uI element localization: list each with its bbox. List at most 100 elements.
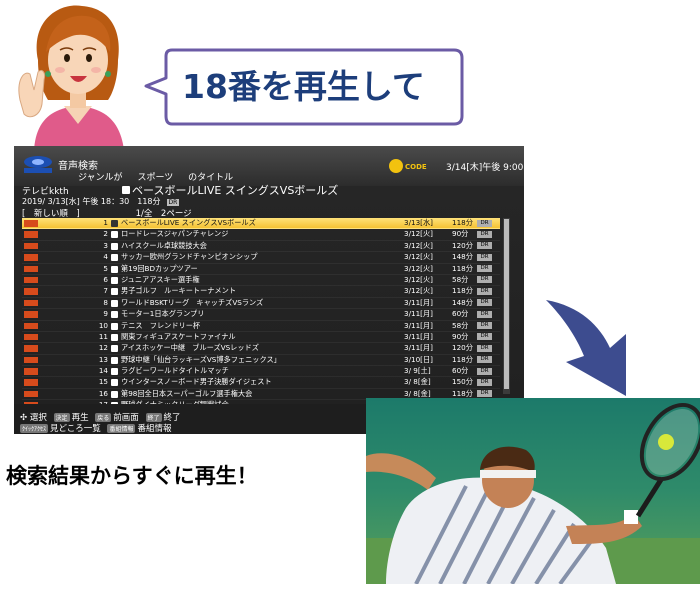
new-icon: [24, 333, 38, 341]
new-icon: [24, 299, 38, 307]
record-icon: [111, 356, 118, 364]
record-icon: [111, 231, 118, 239]
item-duration: 148分: [452, 297, 473, 307]
mode-badge: DR: [477, 219, 492, 227]
item-duration: 90分: [452, 229, 469, 239]
record-icon: [111, 345, 118, 353]
list-item[interactable]: 4 サッカー欧州グランドチャンピオンシップ 3/12[火] 148分 DR: [22, 252, 500, 264]
record-icon: [111, 220, 118, 227]
bubble-text: 18番を再生して: [182, 67, 425, 106]
item-number: 13: [98, 354, 108, 364]
item-title: モーター1日本グランプリ: [121, 309, 205, 319]
item-number: 2: [103, 229, 108, 239]
list-item[interactable]: 5 第19回BDカップツアー 3/12[火] 118分 DR: [22, 264, 500, 275]
new-icon: [24, 288, 38, 295]
item-number: 4: [103, 252, 108, 262]
mode-badge: DR: [477, 287, 492, 295]
item-date: 3/11[月]: [404, 309, 433, 319]
record-icon: [122, 186, 130, 194]
new-icon: [24, 231, 38, 238]
list-item[interactable]: 9 モーター1日本グランプリ 3/11[月] 60分 DR: [22, 309, 500, 321]
list-item[interactable]: 1 ベースボールLIVE スイングスVSボールズ 3/13[水] 118分 DR: [22, 218, 500, 230]
record-icon: [111, 390, 118, 398]
back-key-icon: 戻る: [95, 413, 112, 422]
list-item[interactable]: 2 ロードレースジャパンチャレンジ 3/12[火] 90分 DR: [22, 229, 500, 241]
footer-guide-2: ｸｲｯｸｱｸｾｽ 見どころ一覧 番組情報 番組情報: [20, 422, 172, 434]
item-date: 3/12[火]: [404, 229, 433, 239]
item-duration: 58分: [452, 320, 469, 330]
list-item[interactable]: 7 男子ゴルフ ルーキートーナメント 3/12[火] 118分 DR: [22, 286, 500, 298]
item-title: ハイスクール卓球競技大会: [121, 240, 207, 250]
item-number: 7: [103, 286, 108, 296]
item-date: 3/ 9[土]: [404, 366, 431, 376]
mode-badge: DR: [477, 378, 492, 386]
item-date: 3/12[火]: [404, 263, 433, 273]
item-duration: 118分: [452, 286, 473, 296]
mode-badge: DR: [477, 276, 492, 284]
list-item[interactable]: 13 野球中継「仙台ラッキーズVS博多フェニックス」 3/10[日] 118分 DR: [22, 354, 500, 367]
list-item[interactable]: 6 ジュニアアスキー選手権 3/12[火] 58分 DR: [22, 274, 500, 287]
item-number: 11: [98, 331, 108, 341]
record-icon: [111, 379, 118, 387]
program-info: 2019/ 3/13[水] 午後 18：30 118分 DR: [22, 196, 180, 207]
speech-bubble: 18番を再生して: [142, 48, 467, 128]
item-number: 8: [103, 297, 108, 307]
item-duration: 118分: [452, 354, 473, 364]
woman-illustration: [0, 0, 150, 150]
list-item[interactable]: 15 ウインタースノーボード男子決勝ダイジェスト 3/ 8[金] 150分 DR: [22, 377, 500, 389]
item-number: 9: [103, 309, 108, 319]
condition-part: ジャンルが: [78, 173, 123, 183]
item-title: 第98回全日本スーパーゴルフ選手権大会: [121, 388, 253, 398]
list-item[interactable]: 12 アイスホッケー中継 ブルーズVSレッドズ 3/11[月] 120分 DR: [22, 343, 500, 355]
item-duration: 120分: [452, 343, 473, 353]
mode-badge: DR: [477, 333, 492, 341]
item-title: ウインタースノーボード男子決勝ダイジェスト: [121, 377, 272, 387]
list-item[interactable]: 3 ハイスクール卓球競技大会 3/12[火] 120分 DR: [22, 240, 500, 253]
list-item[interactable]: 14 ラグビーワールドタイトルマッチ 3/ 9[土] 60分 DR: [22, 366, 500, 378]
item-date: 3/11[月]: [404, 343, 433, 353]
item-title: ロードレースジャパンチャレンジ: [121, 229, 229, 239]
mode-badge: DR: [477, 230, 492, 238]
item-number: 15: [98, 377, 108, 387]
item-date: 3/12[火]: [404, 252, 433, 262]
record-icon: [111, 299, 118, 307]
list-item[interactable]: 11 関東フィギュアスケートファイナル 3/11[月] 90分 DR: [22, 331, 500, 344]
tv-screen: 音声検索 ジャンルが スポーツ のタイトル CODE 3/14[木]午後 9:0…: [14, 146, 524, 434]
record-icon: [111, 265, 118, 273]
list-item[interactable]: 10 テニス フレンドリー杯 3/11[月] 58分 DR: [22, 321, 500, 332]
mode-badge: DR: [477, 242, 492, 250]
scrollbar-thumb[interactable]: [504, 219, 509, 389]
record-icon: [111, 311, 118, 319]
item-title: ジュニアアスキー選手権: [121, 274, 200, 284]
mode-badge: DR: [477, 356, 492, 364]
enter-key-icon: 決定: [53, 413, 70, 422]
item-number: 14: [98, 366, 108, 376]
record-icon: [111, 322, 118, 330]
new-icon: [24, 276, 38, 284]
recorder-logo: [22, 154, 54, 174]
item-number: 5: [103, 263, 108, 273]
item-duration: 118分: [452, 218, 473, 227]
list-item[interactable]: 8 ワールドBSKTリーグ キャッチズVSランズ 3/11[月] 148分 DR: [22, 297, 500, 310]
item-duration: 120分: [452, 240, 473, 250]
record-icon: [111, 242, 118, 250]
item-date: 3/13[水]: [404, 218, 433, 227]
item-number: 10: [98, 320, 108, 330]
item-date: 3/12[火]: [404, 286, 433, 296]
item-date: 3/12[火]: [404, 240, 433, 250]
mode-badge: DR: [477, 322, 492, 330]
item-date: 3/12[火]: [404, 274, 433, 284]
curved-arrow-icon: [540, 296, 640, 406]
gcode-logo: CODE: [388, 158, 428, 174]
item-number: 12: [98, 343, 108, 353]
svg-text:CODE: CODE: [405, 163, 427, 171]
new-icon: [24, 356, 38, 364]
item-title: テニス フレンドリー杯: [121, 320, 201, 330]
info-guide: 番組情報: [137, 424, 172, 434]
record-icon: [111, 288, 118, 296]
new-icon: [24, 254, 38, 261]
item-title: 男子ゴルフ ルーキートーナメント: [121, 286, 237, 296]
item-duration: 118分: [452, 263, 473, 273]
item-number: 16: [98, 388, 108, 398]
new-icon: [24, 242, 38, 250]
